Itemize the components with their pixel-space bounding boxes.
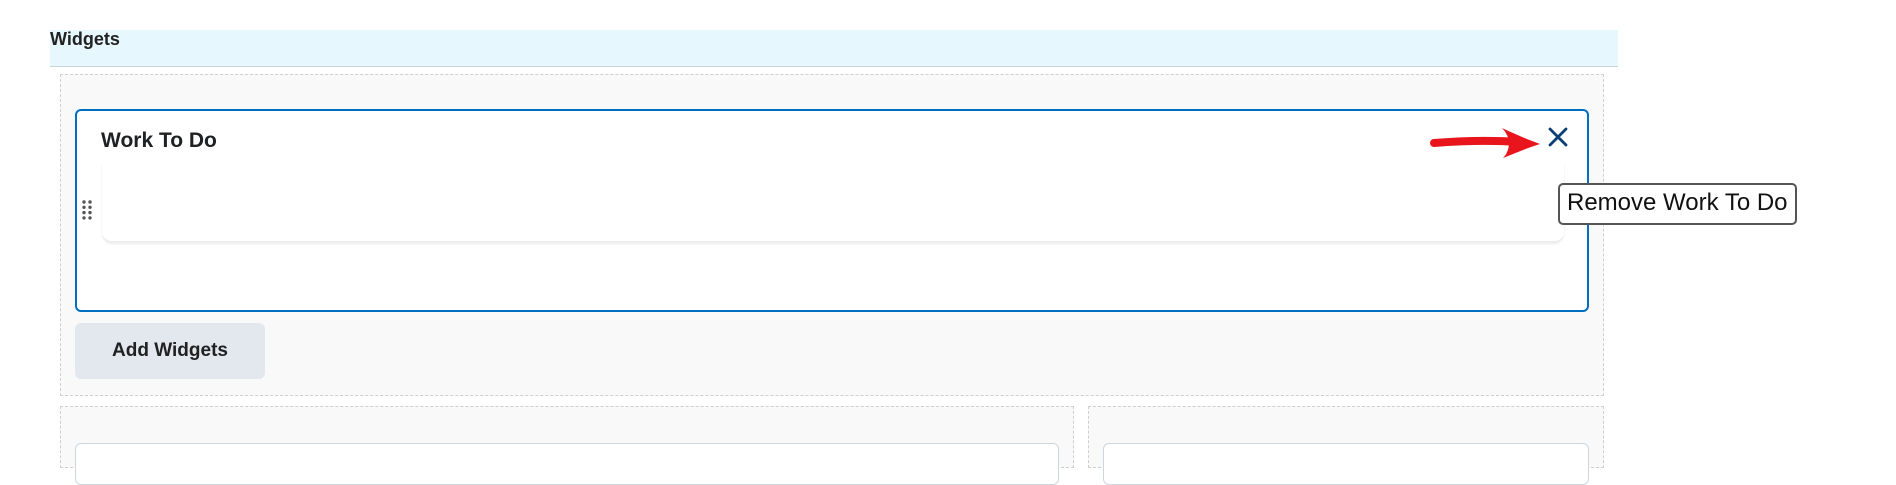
- red-arrow-annotation: [1430, 120, 1545, 162]
- widgets-header: Widgets: [50, 30, 1618, 67]
- widgets-heading: Widgets: [50, 29, 120, 49]
- widget-work-to-do[interactable]: Work To Do: [75, 109, 1589, 312]
- widget-content: [102, 161, 1564, 242]
- close-icon[interactable]: [1545, 124, 1571, 150]
- widget-placeholder-right: [1103, 443, 1589, 485]
- drag-handle-icon[interactable]: [81, 199, 93, 221]
- widget-title: Work To Do: [101, 129, 217, 152]
- remove-tooltip: Remove Work To Do: [1558, 183, 1797, 225]
- widget-placeholder-left: [75, 443, 1059, 485]
- add-widgets-button[interactable]: Add Widgets: [75, 323, 265, 379]
